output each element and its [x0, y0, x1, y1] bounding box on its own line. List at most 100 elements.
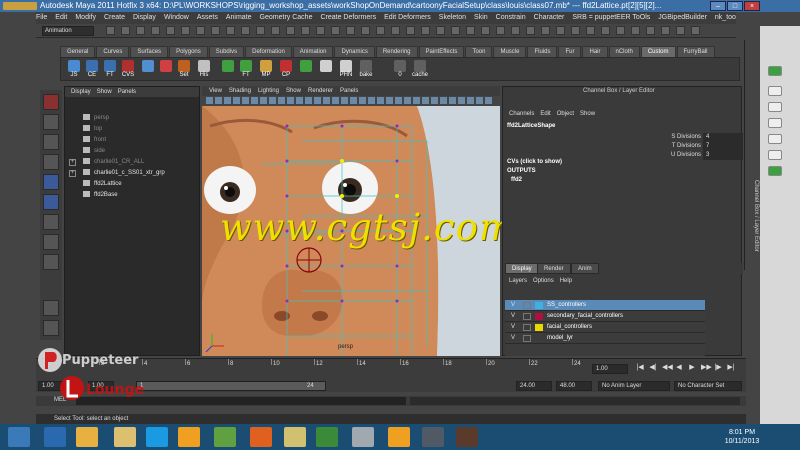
start-button-icon[interactable]	[8, 427, 30, 447]
layer-editor-menu-item[interactable]: Options	[533, 278, 554, 284]
viewport-tool-icon[interactable]	[440, 97, 447, 104]
outliner-item[interactable]: top	[83, 124, 102, 134]
layer-editor-menu-item[interactable]: Layers	[509, 278, 527, 284]
viewport-tool-icon[interactable]	[359, 97, 366, 104]
shelf-button[interactable]: PHN	[337, 60, 355, 80]
shelf-button[interactable]	[297, 60, 315, 80]
shelf-button[interactable]: Set	[175, 60, 193, 80]
viewport-tool-icon[interactable]	[476, 97, 483, 104]
sidebar-button-4[interactable]	[768, 118, 782, 128]
outliner-menu-item[interactable]: Display	[71, 89, 91, 95]
soft-mod-tool-icon[interactable]	[43, 234, 59, 250]
layer-color-swatch[interactable]	[535, 313, 543, 320]
menu-item[interactable]: Skeleton	[439, 14, 466, 21]
end-time-field[interactable]: 48.00	[556, 381, 592, 391]
lasso-tool-icon[interactable]	[43, 114, 59, 130]
status-line-icon[interactable]	[211, 26, 220, 35]
output-node-name[interactable]: ffd2	[511, 177, 522, 183]
menu-item[interactable]: Window	[164, 14, 189, 21]
status-line-icon[interactable]	[196, 26, 205, 35]
menu-set-dropdown[interactable]: Animation	[42, 26, 94, 36]
playback-button[interactable]: ◀	[675, 364, 683, 372]
skype-icon[interactable]	[146, 427, 168, 447]
status-line-icon[interactable]	[406, 26, 415, 35]
outliner-item[interactable]: charlie01_CR_ALL	[83, 157, 144, 167]
selected-node-name[interactable]: ffd2LatticeShape	[507, 123, 555, 129]
layer-type-toggle[interactable]	[523, 324, 531, 331]
viewport-tool-icon[interactable]	[422, 97, 429, 104]
status-line-icon[interactable]	[316, 26, 325, 35]
shelf-tab[interactable]: Subdivs	[208, 46, 245, 57]
layer-editor-tab[interactable]: Render	[537, 263, 571, 274]
viewport-tool-icon[interactable]	[341, 97, 348, 104]
layer-type-toggle[interactable]	[523, 302, 531, 309]
outliner-item[interactable]: ffd2Lattice	[83, 179, 122, 189]
status-line-icon[interactable]	[226, 26, 235, 35]
status-line-icon[interactable]	[286, 26, 295, 35]
viewport-tool-icon[interactable]	[314, 97, 321, 104]
status-line-icon[interactable]	[691, 26, 700, 35]
status-line-icon[interactable]	[511, 26, 520, 35]
viewport-tool-icon[interactable]	[323, 97, 330, 104]
shelf-button[interactable]: 0	[391, 60, 409, 80]
status-line-icon[interactable]	[496, 26, 505, 35]
channel-box-collapse-strip[interactable]: Channel Box / Layer Editor	[744, 40, 759, 270]
viewport-tool-icon[interactable]	[233, 97, 240, 104]
channel-attribute[interactable]: U Divisions 3	[633, 151, 743, 160]
window-switch-icon[interactable]	[352, 427, 374, 447]
status-line-icon[interactable]	[556, 26, 565, 35]
channel-attribute[interactable]: S Divisions 4	[633, 133, 743, 142]
menu-item[interactable]: Modify	[75, 14, 96, 21]
shelf-tab[interactable]: Fluids	[527, 46, 558, 57]
viewport-tool-icon[interactable]	[224, 97, 231, 104]
viewport-tool-icon[interactable]	[350, 97, 357, 104]
menu-item[interactable]: Create Deformers	[320, 14, 376, 21]
cvs-section-label[interactable]: CVs (click to show)	[507, 159, 562, 165]
status-line-icon[interactable]	[346, 26, 355, 35]
layer-visibility-toggle[interactable]: V	[511, 333, 515, 344]
shelf-button[interactable]: CP	[277, 60, 295, 80]
viewport-tool-icon[interactable]	[332, 97, 339, 104]
status-line-icon[interactable]	[436, 26, 445, 35]
select-tool-icon[interactable]	[43, 94, 59, 110]
menu-item[interactable]: Create	[104, 14, 125, 21]
outliner-item[interactable]: persp	[83, 113, 109, 123]
character-set-dropdown[interactable]: No Character Set	[674, 381, 742, 391]
layer-type-toggle[interactable]	[523, 313, 531, 320]
layer-color-swatch[interactable]	[535, 335, 543, 342]
status-line-icon[interactable]	[361, 26, 370, 35]
viewport-menu-item[interactable]: Show	[286, 88, 301, 94]
viewport-menu-item[interactable]: Renderer	[308, 88, 333, 94]
sidebar-button-3[interactable]	[768, 102, 782, 112]
channel-box-menu-item[interactable]: Object	[557, 111, 574, 117]
close-button[interactable]: ×	[744, 1, 760, 11]
app-icon-12[interactable]	[422, 427, 444, 447]
anim-layer-dropdown[interactable]: No Anim Layer	[598, 381, 670, 391]
image-viewer-icon[interactable]	[214, 427, 236, 447]
sidebar-green-button[interactable]	[768, 66, 782, 76]
layer-visibility-toggle[interactable]: V	[511, 322, 515, 333]
status-line-icon[interactable]	[121, 26, 130, 35]
status-line-icon[interactable]	[421, 26, 430, 35]
shelf-tab[interactable]: Hair	[582, 46, 608, 57]
viewport-menu-item[interactable]: Lighting	[258, 88, 279, 94]
viewport-tool-icon[interactable]	[242, 97, 249, 104]
layer-color-swatch[interactable]	[535, 302, 543, 309]
menu-item[interactable]: Edit	[55, 14, 67, 21]
menu-item[interactable]: JGBipedBuilder	[658, 14, 707, 21]
status-line-icon[interactable]	[586, 26, 595, 35]
status-line-icon[interactable]	[151, 26, 160, 35]
channel-box-menu-item[interactable]: Show	[580, 111, 595, 117]
shelf-button[interactable]	[317, 60, 335, 80]
layout-single-icon[interactable]	[43, 300, 59, 316]
viewport-tool-icon[interactable]	[458, 97, 465, 104]
playback-button[interactable]: |◀	[636, 364, 644, 372]
shelf-tab[interactable]: PaintEffects	[418, 46, 465, 57]
viewport-menu-item[interactable]: Panels	[340, 88, 358, 94]
shelf-tab[interactable]: Curves	[96, 46, 130, 57]
shelf-tab[interactable]: Dynamics	[334, 46, 375, 57]
explorer-icon[interactable]	[76, 427, 98, 447]
viewport-tool-icon[interactable]	[215, 97, 222, 104]
playback-button[interactable]: ▶|	[727, 364, 735, 372]
viewport-tool-icon[interactable]	[278, 97, 285, 104]
